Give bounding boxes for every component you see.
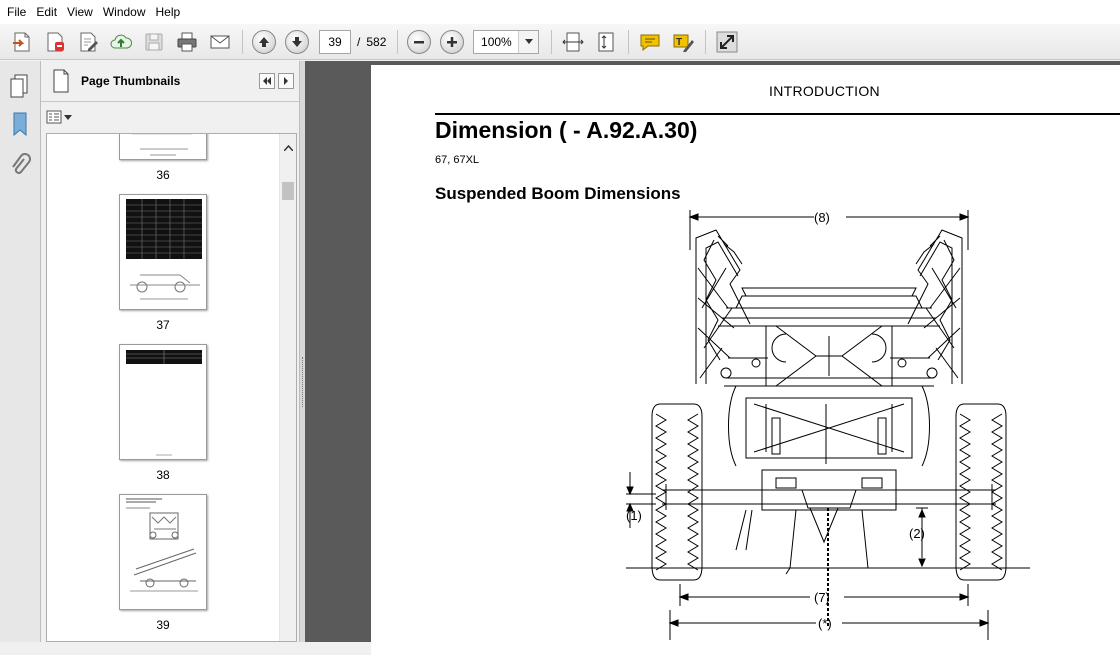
toolbar-separator — [551, 29, 553, 54]
edit-icon — [80, 32, 98, 51]
save-button[interactable] — [140, 28, 168, 56]
thumbnail-label: 38 — [156, 468, 170, 482]
thumbnail-label: 37 — [156, 318, 170, 332]
thumbnail-label: 39 — [156, 618, 170, 632]
convert-button[interactable] — [41, 28, 69, 56]
chevron-down-icon[interactable] — [518, 30, 539, 53]
navigation-pane-strip — [0, 61, 41, 642]
page-header: INTRODUCTION — [769, 83, 880, 99]
thumbnail-list: 36 37 38 39 — [46, 133, 297, 642]
thumbnail-page[interactable] — [119, 344, 207, 460]
comment-button[interactable] — [636, 28, 664, 56]
dimension-label: (8) — [814, 210, 830, 225]
expand-panel-button[interactable] — [278, 73, 294, 89]
minus-icon — [407, 29, 432, 54]
highlight-icon: T — [673, 34, 695, 52]
page-number-input[interactable]: 39 — [319, 29, 351, 54]
panel-options — [41, 102, 299, 132]
comment-icon — [640, 34, 660, 51]
arrow-up-icon — [252, 29, 276, 54]
email-icon — [210, 35, 230, 48]
toolbar-separator — [705, 29, 707, 54]
thumbnail-page[interactable] — [119, 194, 207, 310]
dimension-label: (1) — [626, 508, 642, 523]
email-button[interactable] — [206, 28, 234, 56]
create-pdf-button[interactable] — [8, 28, 36, 56]
chevron-right-icon — [284, 77, 288, 85]
model-list: 67, 67XL — [435, 154, 480, 166]
page-separator: / — [357, 34, 361, 49]
thumbnail-label: 36 — [156, 168, 170, 182]
create-pdf-icon — [13, 32, 30, 51]
page-thumbnails-icon[interactable] — [7, 73, 33, 104]
document-view: INTRODUCTION Dimension ( - A.92.A.30) 67… — [305, 61, 1120, 655]
plus-icon — [440, 29, 465, 54]
toolbar: 39 / 582 100% T — [0, 24, 1120, 60]
options-icon — [46, 110, 62, 124]
page-total: 582 — [366, 34, 387, 49]
page-thumbnails-panel: Page Thumbnails 36 37 38 39 — [41, 61, 300, 642]
zoom-value: 100% — [481, 34, 512, 49]
page-title: Dimension ( - A.92.A.30) — [435, 117, 698, 143]
chevron-up-icon[interactable] — [283, 140, 294, 154]
full-screen-button[interactable] — [713, 28, 741, 56]
edit-button[interactable] — [74, 28, 102, 56]
panel-title: Page Thumbnails — [81, 74, 181, 88]
thumbnail-page-current[interactable] — [119, 494, 207, 610]
print-icon — [177, 32, 197, 51]
thumbnail-options-button[interactable] — [46, 110, 72, 124]
thumbnail-scrollbar[interactable] — [279, 134, 296, 641]
menu-bar: File Edit View Window Help — [0, 0, 1120, 24]
thumbnail-page[interactable] — [119, 134, 207, 160]
section-title: Suspended Boom Dimensions — [435, 184, 681, 203]
print-button[interactable] — [173, 28, 201, 56]
previous-page-button[interactable] — [250, 28, 278, 56]
zoom-select[interactable]: 100% — [473, 29, 540, 54]
page-icon — [53, 69, 69, 93]
highlight-button[interactable]: T — [669, 28, 697, 56]
fit-width-icon — [562, 32, 585, 51]
convert-icon — [47, 32, 64, 51]
panel-collapse-controls — [259, 73, 294, 89]
chevron-down-icon — [64, 114, 72, 120]
document-page: INTRODUCTION Dimension ( - A.92.A.30) 67… — [371, 65, 1120, 655]
svg-text:T: T — [676, 37, 682, 48]
zoom-out-button[interactable] — [405, 28, 433, 56]
arrow-down-icon — [285, 29, 309, 54]
toolbar-separator — [397, 29, 399, 54]
upload-icon — [110, 34, 133, 48]
dimension-label: (2) — [909, 526, 925, 541]
menu-file[interactable]: File — [2, 0, 31, 24]
menu-edit[interactable]: Edit — [31, 0, 62, 24]
fit-page-icon — [598, 32, 614, 51]
header-rule — [435, 113, 1120, 115]
toolbar-separator — [628, 29, 630, 54]
next-page-button[interactable] — [283, 28, 311, 56]
menu-window[interactable]: Window — [98, 0, 151, 24]
menu-view[interactable]: View — [62, 0, 98, 24]
boom-dimension-drawing: (8) (1) (2) (7) (*) — [626, 210, 1030, 640]
fit-page-button[interactable] — [592, 28, 620, 56]
panel-header: Page Thumbnails — [41, 61, 299, 102]
bookmark-icon[interactable] — [8, 111, 32, 142]
scrollbar-thumb[interactable] — [282, 182, 294, 200]
toolbar-separator — [242, 29, 243, 54]
expand-icon — [716, 31, 738, 52]
zoom-in-button[interactable] — [438, 28, 466, 56]
attachment-icon[interactable] — [8, 153, 32, 184]
upload-button[interactable] — [107, 28, 135, 56]
save-icon — [145, 33, 163, 50]
double-chevron-left-icon — [263, 77, 271, 85]
dimension-label: (7) — [814, 590, 830, 605]
menu-help[interactable]: Help — [151, 0, 186, 24]
collapse-panel-button[interactable] — [259, 73, 275, 89]
dimension-label: (*) — [818, 616, 832, 631]
fit-width-button[interactable] — [559, 28, 587, 56]
